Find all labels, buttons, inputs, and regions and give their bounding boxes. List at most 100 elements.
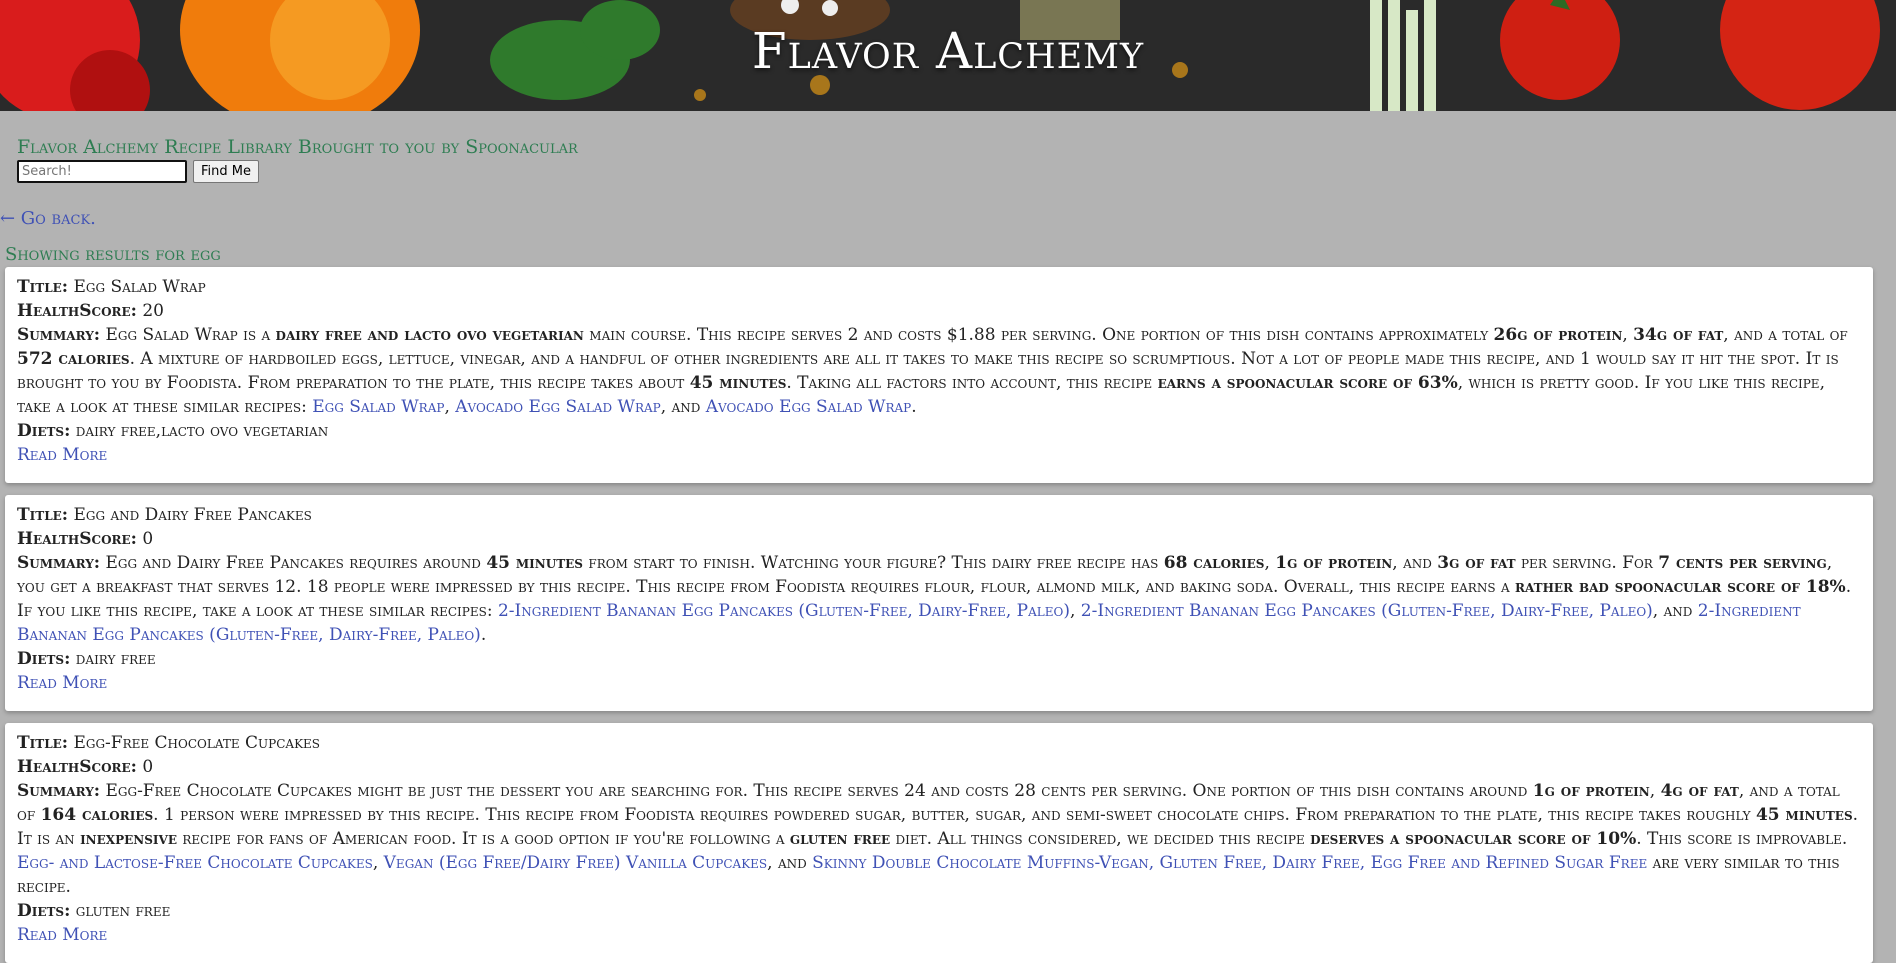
summary-text: . This score is improvable.: [1636, 829, 1848, 849]
recipe-title: Title: Egg Salad Wrap: [17, 275, 1873, 299]
similar-recipe-link[interactable]: 2-Ingredient Bananan Egg Pancakes (Glute…: [498, 601, 1070, 621]
summary-highlight: 45 minutes: [689, 373, 787, 393]
similar-recipe-link[interactable]: Egg- and Lactose-Free Chocolate Cupcakes: [17, 853, 373, 873]
summary-text: Egg and Dairy Free Pancakes requires aro…: [105, 553, 487, 573]
summary-highlight: earns a spoonacular score of 63%: [1157, 373, 1458, 393]
recipe-diets-label: Diets:: [17, 901, 71, 921]
read-more-link[interactable]: Read More: [17, 445, 107, 465]
recipe-summary: Summary: Egg-Free Chocolate Cupcakes mig…: [17, 779, 1873, 899]
summary-highlight: 164 calories: [40, 805, 154, 825]
read-more-row: Read More: [17, 923, 1873, 947]
summary-highlight: 34g of fat: [1633, 325, 1724, 345]
summary-text: , and: [660, 397, 706, 417]
recipe-healthscore: HealthScore: 0: [17, 755, 1873, 779]
recipe-diets-value: dairy free: [75, 649, 156, 669]
summary-text: recipe for fans of American food. It is …: [176, 829, 790, 849]
similar-recipe-link[interactable]: Avocado Egg Salad Wrap: [455, 397, 661, 417]
recipe-title-label: Title:: [17, 505, 69, 525]
summary-highlight: deserves a spoonacular score of 10%: [1310, 829, 1637, 849]
summary-highlight: dairy free and lacto ovo vegetarian: [275, 325, 584, 345]
similar-recipe-link[interactable]: 2-Ingredient Bananan Egg Pancakes (Glute…: [1081, 601, 1653, 621]
recipe-healthscore-value: 0: [142, 529, 154, 549]
recipe-card: Title: Egg and Dairy Free Pancakes Health…: [5, 495, 1873, 711]
similar-recipe-link[interactable]: Vegan (Egg Free/Dairy Free) Vanilla Cupc…: [384, 853, 767, 873]
site-title: Flavor Alchemy: [751, 22, 1145, 80]
recipe-healthscore-label: HealthScore:: [17, 529, 137, 549]
similar-recipe-link[interactable]: Egg Salad Wrap: [312, 397, 444, 417]
summary-text: . 1 person were impressed by this recipe…: [153, 805, 1756, 825]
results-heading: Showing results for egg: [5, 244, 221, 265]
recipe-healthscore-label: HealthScore:: [17, 757, 137, 777]
summary-highlight: gluten free: [789, 829, 891, 849]
recipe-summary: Summary: Egg Salad Wrap is a dairy free …: [17, 323, 1873, 419]
search-input[interactable]: [17, 160, 187, 183]
summary-highlight: inexpensive: [80, 829, 177, 849]
summary-highlight: rather bad spoonacular score of 18%: [1515, 577, 1846, 597]
summary-text: ,: [1264, 553, 1276, 573]
summary-text: ,: [444, 397, 456, 417]
summary-text: ,: [1069, 601, 1081, 621]
summary-text: .: [911, 397, 917, 417]
search-form: Find Me: [17, 160, 259, 183]
summary-text: Egg-Free Chocolate Cupcakes might be jus…: [105, 781, 1533, 801]
recipe-diets-value: dairy free,lacto ovo vegetarian: [75, 421, 329, 441]
find-me-button[interactable]: Find Me: [193, 160, 259, 183]
hero-banner: Flavor Alchemy: [0, 0, 1896, 111]
recipe-title-value: Egg and Dairy Free Pancakes: [73, 505, 312, 525]
recipe-diets-value: gluten free: [75, 901, 171, 921]
summary-text: , and: [1652, 601, 1698, 621]
recipe-diets: Diets: dairy free,lacto ovo vegetarian: [17, 419, 1873, 443]
read-more-row: Read More: [17, 671, 1873, 695]
summary-highlight: 1g of protein: [1275, 553, 1393, 573]
summary-highlight: 4g of fat: [1660, 781, 1739, 801]
summary-text: Egg Salad Wrap is a: [105, 325, 276, 345]
recipe-healthscore: HealthScore: 0: [17, 527, 1873, 551]
summary-text: main course. This recipe serves 2 and co…: [583, 325, 1494, 345]
similar-recipe-link[interactable]: Skinny Double Chocolate Muffins-Vegan, G…: [812, 853, 1647, 873]
summary-text: from start to finish. Watching your figu…: [582, 553, 1164, 573]
summary-text: ,: [1622, 325, 1634, 345]
summary-highlight: 45 minutes: [486, 553, 583, 573]
recipe-summary-label: Summary:: [17, 553, 101, 573]
read-more-link[interactable]: Read More: [17, 673, 107, 693]
recipe-healthscore-label: HealthScore:: [17, 301, 137, 321]
summary-highlight: 7 cents per serving: [1658, 553, 1827, 573]
recipe-title-value: Egg-Free Chocolate Cupcakes: [73, 733, 321, 753]
recipe-diets: Diets: gluten free: [17, 899, 1873, 923]
recipe-title-label: Title:: [17, 277, 69, 297]
summary-highlight: 26g of protein: [1493, 325, 1623, 345]
recipe-diets-label: Diets:: [17, 649, 71, 669]
summary-highlight: 3g of fat: [1437, 553, 1516, 573]
recipe-title-label: Title:: [17, 733, 69, 753]
recipe-title: Title: Egg-Free Chocolate Cupcakes: [17, 731, 1873, 755]
recipe-title: Title: Egg and Dairy Free Pancakes: [17, 503, 1873, 527]
recipe-card: Title: Egg Salad Wrap HealthScore: 20 Summ…: [5, 267, 1873, 483]
read-more-row: Read More: [17, 443, 1873, 467]
summary-text: diet. All things considered, we decided …: [890, 829, 1311, 849]
summary-text: , and: [1392, 553, 1438, 573]
summary-text: , and a total of: [1723, 325, 1848, 345]
library-title: Flavor Alchemy Recipe Library Brought to…: [17, 136, 578, 158]
summary-text: ,: [1649, 781, 1661, 801]
recipe-diets-label: Diets:: [17, 421, 71, 441]
summary-text: ,: [372, 853, 384, 873]
recipe-title-value: Egg Salad Wrap: [73, 277, 206, 297]
summary-highlight: 1g of protein: [1532, 781, 1650, 801]
summary-text: , and: [767, 853, 813, 873]
recipe-healthscore: HealthScore: 20: [17, 299, 1873, 323]
recipe-healthscore-value: 20: [142, 301, 164, 321]
recipe-summary: Summary: Egg and Dairy Free Pancakes req…: [17, 551, 1873, 647]
recipe-summary-label: Summary:: [17, 325, 101, 345]
similar-recipe-link[interactable]: Avocado Egg Salad Wrap: [706, 397, 912, 417]
read-more-link[interactable]: Read More: [17, 925, 107, 945]
recipe-card: Title: Egg-Free Chocolate Cupcakes Health…: [5, 723, 1873, 963]
summary-highlight: 45 minutes: [1755, 805, 1853, 825]
recipe-healthscore-value: 0: [142, 757, 154, 777]
summary-highlight: 572 calories: [17, 349, 130, 369]
recipe-diets: Diets: dairy free: [17, 647, 1873, 671]
summary-text: . Taking all factors into account, this …: [786, 373, 1158, 393]
summary-text: per serving. For: [1515, 553, 1659, 573]
summary-highlight: 68 calories: [1163, 553, 1265, 573]
summary-text: .: [480, 625, 487, 645]
go-back-link[interactable]: ← Go back.: [0, 208, 96, 229]
